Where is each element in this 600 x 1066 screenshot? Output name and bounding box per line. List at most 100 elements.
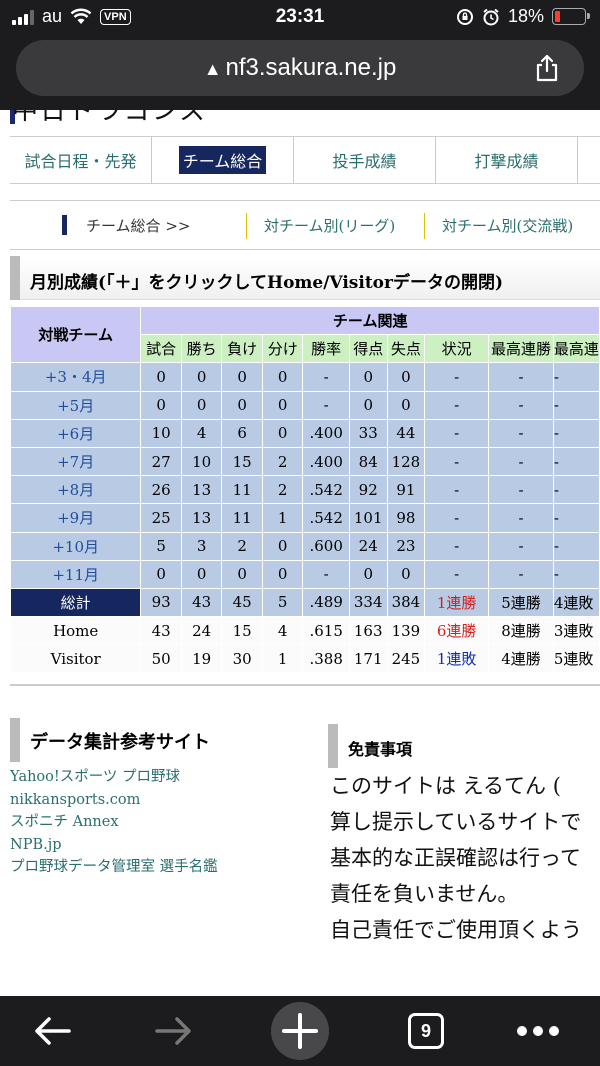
table-cell: - [552,390,600,420]
table-cell: 0 [140,390,182,420]
table-cell: - [302,362,350,392]
nav-team-overall[interactable]: チーム総合 [152,137,294,183]
tab-count: 9 [420,1020,431,1041]
table-cell: 0 [386,362,426,392]
subnav-marker [62,215,67,235]
table-cell: .542 [302,475,350,505]
subnav-vs-league[interactable]: 対チーム別(リーグ) [264,215,395,236]
sub-nav: チーム総合 >> 対チーム別(リーグ) 対チーム別(交流戦) [10,200,600,250]
table-cell: - [488,559,554,589]
table-row: +10月 5 3 2 0.600 24 23- - - [9,531,600,561]
table-cell: .489 [302,587,350,618]
table-cell: 334 [348,587,388,618]
ref-link-yahoo[interactable]: Yahoo!スポーツ プロ野球 [10,766,218,789]
table-cell: - [424,531,490,561]
table-cell: .400 [302,446,350,477]
month-toggle[interactable]: +6月 [9,418,142,448]
table-row: +11月 0 0 0 0-0 0- - - [9,559,600,589]
table-row: +6月 10 4 6 0.400 33 44- - - [9,418,600,448]
col-games: 試合 [140,334,182,364]
table-row: +7月 27 10 15 2.400 84 128- - - [9,446,600,477]
back-arrow-icon [35,1017,71,1045]
browser-toolbar: 9 [0,996,600,1066]
table-cell: 0 [348,390,388,420]
table-cell: 19 [180,644,223,674]
tab-count-icon: 9 [408,1013,444,1049]
table-cell: 0 [221,362,263,392]
nav-batting[interactable]: 打撃成績 [436,137,578,183]
table-cell: 1連敗 [424,644,490,674]
forward-button[interactable] [142,996,206,1066]
ref-link-npb[interactable]: NPB.jp [10,834,218,857]
table-cell: - [552,475,600,505]
table-cell: 0 [180,559,223,589]
table-cell: 4連敗 [552,587,600,618]
monthly-stats-table: 対戦チーム チーム関連 試合 勝ち 負け 分け 勝率 得点 失点 状況 最高連勝… [9,305,600,674]
header-team-group: チーム関連 [140,305,600,336]
table-cell: 24 [348,531,388,561]
web-content: 中日ドラゴンズ 試合日程・先発 チーム総合 投手成績 打撃成績 チーム総合 >>… [0,110,600,996]
address-bar[interactable]: ▲ nf3.sakura.ne.jp [16,40,584,96]
table-cell: 171 [348,644,388,674]
table-cell: 4 [261,616,304,646]
table-cell: - [552,503,600,533]
month-toggle[interactable]: +3・4月 [9,362,142,392]
battery-icon [552,8,590,25]
month-toggle[interactable]: +7月 [9,446,142,477]
main-nav: 試合日程・先発 チーム総合 投手成績 打撃成績 [10,136,600,184]
table-cell: 44 [386,418,426,448]
table-cell: 0 [221,559,263,589]
status-bar: au VPN 23:31 18% [0,0,600,36]
table-cell: 163 [348,616,388,646]
month-toggle[interactable]: +11月 [9,559,142,589]
menu-button[interactable] [506,996,570,1066]
table-cell: - [302,390,350,420]
table-cell: - [424,418,490,448]
nav-pitching[interactable]: 投手成績 [294,137,436,183]
table-cell: 33 [348,418,388,448]
orientation-lock-icon [456,8,473,25]
table-cell: - [488,446,554,477]
table-cell: 25 [140,503,182,533]
table-cell: - [552,446,600,477]
table-cell: 13 [180,503,223,533]
disclaimer-line: このサイトは えるてん ( [330,774,561,798]
table-cell: 98 [386,503,426,533]
ref-link-nikkansports[interactable]: nikkansports.com [10,789,218,812]
disclaimer-line: 責任を負いません。 [330,882,519,906]
new-tab-button[interactable] [268,996,332,1066]
month-toggle[interactable]: +5月 [9,390,142,420]
table-cell: 6連勝 [424,616,490,646]
month-toggle[interactable]: +10月 [9,531,142,561]
disclaimer-line: 自己責任でご使用頂くよう [330,918,582,942]
table-cell: 24 [180,616,223,646]
col-draws: 分け [261,334,304,364]
table-cell: - [488,390,554,420]
ref-link-sponichi[interactable]: スポニチ Annex [10,811,218,834]
back-button[interactable] [20,996,84,1066]
share-icon[interactable] [534,54,560,82]
table-cell: - [552,418,600,448]
col-win-pct: 勝率 [302,334,350,364]
month-toggle[interactable]: +8月 [9,475,142,505]
table-cell: 3連敗 [552,616,600,646]
month-toggle[interactable]: +9月 [9,503,142,533]
ref-link-data-room[interactable]: プロ野球データ管理室 選手名鑑 [10,856,218,879]
table-cell: 2 [261,446,304,477]
tabs-button[interactable]: 9 [394,996,458,1066]
table-cell: 30 [221,644,263,674]
table-cell: 384 [386,587,426,618]
table-cell: - [424,503,490,533]
subnav-team-overall[interactable]: チーム総合 >> [86,215,190,236]
subnav-vs-interleague[interactable]: 対チーム別(交流戦) [442,215,573,236]
nav-schedule[interactable]: 試合日程・先発 [10,137,152,183]
page-title: 中日ドラゴンズ [12,110,208,126]
home-row: Home 43 24 15 4 .615 163 139 6連勝 8連勝 3連敗 [9,616,600,646]
url-text: nf3.sakura.ne.jp [225,54,397,81]
section-title: 月別成績(「＋」をクリックしてHome/Visitorデータの開閉) [30,273,504,293]
table-cell: 0 [261,531,304,561]
table-cell: 1 [261,644,304,674]
col-streak: 状況 [424,334,490,364]
table-cell: 0 [180,390,223,420]
table-cell: 0 [261,362,304,392]
